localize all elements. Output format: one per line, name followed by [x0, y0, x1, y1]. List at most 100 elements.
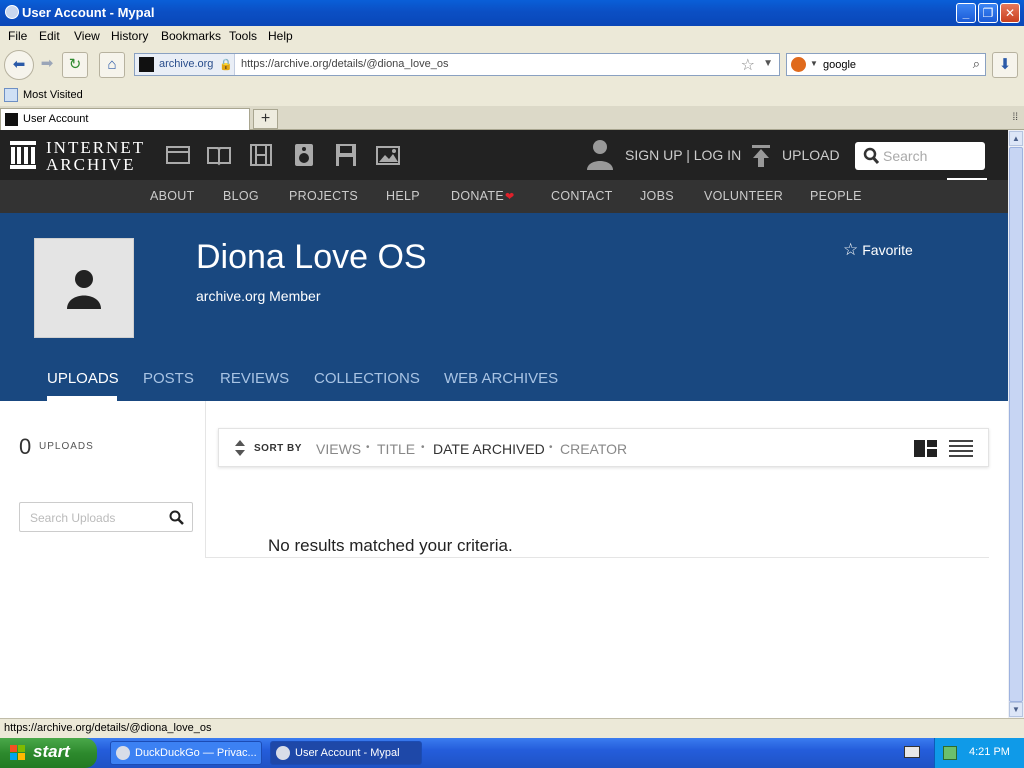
- sort-title[interactable]: TITLE: [377, 441, 415, 457]
- search-uploads-input[interactable]: Search Uploads: [19, 502, 193, 532]
- sort-creator[interactable]: CREATOR: [560, 441, 627, 457]
- scroll-down-icon[interactable]: ▼: [1009, 702, 1023, 717]
- tab-uploads[interactable]: UPLOADS: [47, 370, 119, 387]
- most-visited-link[interactable]: Most Visited: [23, 89, 83, 101]
- url-dropdown-icon[interactable]: ▼: [763, 58, 773, 69]
- close-button[interactable]: ✕: [1000, 3, 1020, 23]
- vertical-scrollbar[interactable]: ▲ ▼: [1008, 130, 1024, 718]
- web-icon[interactable]: [165, 143, 191, 167]
- search-icon[interactable]: ⌕: [973, 56, 980, 72]
- tile-view-icon[interactable]: [914, 440, 937, 457]
- new-tab-button[interactable]: +: [253, 109, 278, 129]
- mypal-app-icon: [116, 746, 130, 760]
- nav-projects[interactable]: PROJECTS: [289, 189, 358, 203]
- menu-view[interactable]: View: [74, 29, 100, 43]
- profile-name: Diona Love OS: [196, 238, 427, 276]
- taskbar-user-account[interactable]: User Account - Mypal: [270, 741, 422, 765]
- search-icon[interactable]: [169, 510, 184, 525]
- maximize-button[interactable]: ❐: [978, 3, 998, 23]
- sort-separator: •: [549, 442, 553, 453]
- menu-file[interactable]: File: [8, 29, 27, 43]
- ia-top-bar: INTERNET ARCHIVE SIGN UP | LOG IN UPLOAD: [0, 130, 1008, 180]
- sort-views[interactable]: VIEWS: [316, 441, 361, 457]
- star-icon: ☆: [843, 240, 859, 259]
- images-icon[interactable]: [375, 143, 401, 167]
- url-text[interactable]: https://archive.org/details/@diona_love_…: [241, 58, 448, 70]
- favorite-button[interactable]: ☆ Favorite: [843, 240, 913, 260]
- engine-dropdown-icon[interactable]: ▼: [810, 59, 818, 68]
- keyboard-icon[interactable]: [904, 746, 920, 758]
- status-text: https://archive.org/details/@diona_love_…: [4, 722, 212, 734]
- nav-volunteer[interactable]: VOLUNTEER: [704, 189, 783, 203]
- mypal-app-icon: [5, 5, 19, 19]
- nav-people[interactable]: PEOPLE: [810, 189, 862, 203]
- browser-search-bar[interactable]: ▼ google ⌕: [786, 53, 986, 76]
- nav-donate[interactable]: DONATE: [451, 189, 504, 203]
- uploads-count: 0: [19, 434, 32, 459]
- logo-line2: ARCHIVE: [46, 155, 136, 174]
- texts-icon[interactable]: [206, 143, 232, 167]
- page-viewport: INTERNET ARCHIVE SIGN UP | LOG IN UPLOAD: [0, 130, 1008, 718]
- tab-reviews[interactable]: REVIEWS: [220, 370, 289, 387]
- nav-contact[interactable]: CONTACT: [551, 189, 613, 203]
- tab-user-account[interactable]: User Account: [0, 108, 250, 130]
- back-button[interactable]: ⬅: [4, 50, 34, 80]
- no-results-message: No results matched your criteria.: [268, 536, 513, 555]
- profile-subtitle: archive.org Member: [196, 288, 321, 304]
- scroll-thumb[interactable]: [1009, 147, 1023, 702]
- ia-search-input[interactable]: Search: [855, 142, 985, 170]
- site-identity[interactable]: archive.org 🔒: [135, 54, 235, 75]
- archive-favicon-icon: [5, 113, 18, 126]
- list-view-icon[interactable]: [949, 440, 973, 457]
- menu-history[interactable]: History: [111, 29, 148, 43]
- downloads-button[interactable]: ⬇: [992, 52, 1018, 78]
- task-label: DuckDuckGo — Privac...: [135, 747, 257, 759]
- upload-link[interactable]: UPLOAD: [782, 147, 840, 163]
- profile-header: Diona Love OS archive.org Member ☆ Favori…: [0, 213, 1008, 401]
- tab-web-archives[interactable]: WEB ARCHIVES: [444, 370, 558, 387]
- start-button[interactable]: start: [0, 738, 97, 768]
- nav-about[interactable]: ABOUT: [150, 189, 195, 203]
- tab-label: User Account: [23, 113, 89, 125]
- tab-collections[interactable]: COLLECTIONS: [314, 370, 420, 387]
- tab-posts[interactable]: POSTS: [143, 370, 194, 387]
- video-icon[interactable]: [248, 143, 274, 167]
- user-icon[interactable]: [586, 138, 614, 170]
- clock[interactable]: 4:21 PM: [969, 746, 1010, 758]
- home-button[interactable]: ⌂: [99, 52, 125, 78]
- network-icon[interactable]: [943, 746, 957, 760]
- nav-blog[interactable]: BLOG: [223, 189, 259, 203]
- menu-edit[interactable]: Edit: [39, 29, 60, 43]
- forward-button[interactable]: ➡: [34, 52, 60, 78]
- windows-flag-icon: [10, 745, 26, 761]
- sort-by-label: SORT BY: [254, 443, 302, 454]
- tab-strip: User Account + ⁞⁞: [0, 106, 1024, 130]
- taskbar-duckduckgo[interactable]: DuckDuckGo — Privac...: [110, 741, 262, 765]
- scroll-up-icon[interactable]: ▲: [1009, 131, 1023, 146]
- sort-arrows-icon[interactable]: [235, 440, 245, 456]
- signup-login-link[interactable]: SIGN UP | LOG IN: [625, 147, 741, 163]
- nav-help[interactable]: HELP: [386, 189, 420, 203]
- archive-temple-icon: [10, 141, 36, 169]
- sort-date-archived[interactable]: DATE ARCHIVED: [433, 441, 545, 457]
- search-uploads-placeholder: Search Uploads: [30, 511, 116, 525]
- address-bar[interactable]: archive.org 🔒 https://archive.org/detail…: [134, 53, 780, 76]
- internet-archive-logo[interactable]: INTERNET ARCHIVE: [10, 139, 143, 174]
- most-visited-icon: [4, 88, 18, 102]
- reload-button[interactable]: ↻: [62, 52, 88, 78]
- menu-help[interactable]: Help: [268, 29, 293, 43]
- menu-tools[interactable]: Tools: [229, 29, 257, 43]
- minimize-button[interactable]: _: [956, 3, 976, 23]
- software-icon[interactable]: [333, 143, 359, 167]
- mypal-app-icon: [276, 746, 290, 760]
- default-avatar-icon: [67, 270, 101, 309]
- browser-search-input[interactable]: google: [823, 59, 856, 71]
- search-engine-icon[interactable]: [791, 57, 806, 72]
- nav-jobs[interactable]: JOBS: [640, 189, 674, 203]
- menu-bookmarks[interactable]: Bookmarks: [161, 29, 221, 43]
- upload-icon[interactable]: [751, 144, 771, 168]
- audio-icon[interactable]: [291, 143, 317, 167]
- bookmark-star-icon[interactable]: ☆: [741, 55, 755, 75]
- tab-list-icon[interactable]: ⁞⁞: [1012, 112, 1018, 123]
- system-tray: 4:21 PM: [934, 738, 1024, 768]
